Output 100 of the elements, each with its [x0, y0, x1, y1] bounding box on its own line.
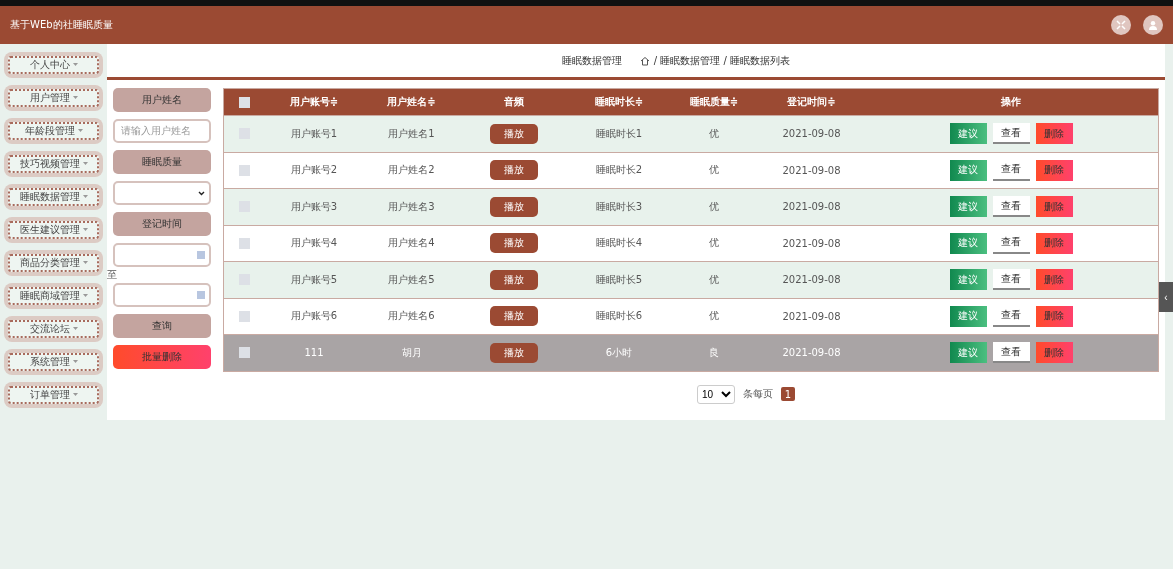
suggest-button[interactable]: 建议 — [949, 305, 987, 327]
table-cell-text: 睡眠时长5 — [594, 272, 644, 287]
table-row[interactable]: 用户账号1 用户姓名1 播放 睡眠时长1 优 2021-09-08 建议 查看 删除 — [224, 115, 1158, 152]
column-header[interactable]: 用户账号≑ — [264, 95, 364, 109]
page-button[interactable]: 1 — [781, 387, 795, 401]
sidebar-item[interactable]: 技巧视频管理 — [4, 151, 103, 177]
menu-label: 技巧视频管理 — [19, 157, 80, 171]
table-cell-text: 用户账号1 — [289, 126, 339, 141]
sidebar-item[interactable]: 交流论坛 — [4, 316, 103, 342]
sidebar-item[interactable]: 订单管理 — [4, 382, 103, 408]
delete-button[interactable]: 删除 — [1035, 123, 1073, 145]
menu-label: 睡眠数据管理 — [19, 190, 80, 204]
play-button[interactable]: 播放 — [490, 269, 538, 290]
play-button[interactable]: 播放 — [490, 233, 538, 254]
table-cell-text: 优 — [708, 309, 720, 324]
table-cell-text: 用户姓名4 — [387, 236, 436, 251]
name-input-field[interactable]: 请输入用户姓名 — [113, 119, 211, 143]
delete-button[interactable]: 删除 — [1035, 269, 1073, 291]
column-header[interactable]: 用户姓名≑ — [364, 95, 459, 109]
chevron-icon — [198, 190, 205, 196]
play-button[interactable]: 播放 — [490, 196, 538, 217]
suggest-button[interactable]: 建议 — [949, 123, 987, 145]
suggest-button[interactable]: 建议 — [949, 159, 987, 181]
play-button[interactable]: 播放 — [490, 123, 538, 144]
table-cell-text: 优 — [708, 199, 720, 214]
table-cell-text: 2021-09-08 — [781, 274, 842, 286]
sidebar-item[interactable]: 用户管理 — [4, 85, 103, 111]
row-checkbox[interactable] — [238, 237, 250, 249]
menu-label: 医生建议管理 — [19, 223, 80, 237]
table-cell-text: 睡眠时长4 — [594, 236, 644, 251]
date-input-field[interactable] — [113, 283, 211, 307]
view-button[interactable]: 查看 — [992, 342, 1030, 364]
table-cell-text: 2021-09-08 — [781, 237, 842, 249]
delete-button[interactable]: 删除 — [1035, 342, 1073, 364]
table-cell-text: 用户姓名5 — [387, 272, 436, 287]
caret-icon — [72, 96, 78, 100]
search-button[interactable]: 查询 — [113, 314, 211, 338]
sidebar-item[interactable]: 系统管理 — [4, 349, 103, 375]
view-button[interactable]: 查看 — [992, 123, 1030, 145]
table-cell-text: 优 — [708, 236, 720, 251]
play-button[interactable]: 播放 — [490, 342, 538, 363]
column-header[interactable]: 睡眠质量≑ — [669, 95, 759, 109]
table-row[interactable]: 用户账号5 用户姓名5 播放 睡眠时长5 优 2021-09-08 建议 查看 删除 — [224, 261, 1158, 298]
site-title: 基于WEb的社睡眠质量 — [10, 18, 113, 32]
table-cell-text: 用户账号5 — [289, 272, 339, 287]
delete-button[interactable]: 删除 — [1035, 232, 1073, 254]
play-button[interactable]: 播放 — [490, 306, 538, 327]
home-icon[interactable] — [639, 55, 650, 66]
menu-label: 年龄段管理 — [24, 124, 75, 138]
column-header: 音频 — [503, 95, 525, 109]
menu-label: 睡眠商域管理 — [19, 289, 80, 303]
row-checkbox[interactable] — [238, 310, 250, 322]
suggest-button[interactable]: 建议 — [949, 232, 987, 254]
sidebar-item[interactable]: 睡眠数据管理 — [4, 184, 103, 210]
sidebar-item[interactable]: 商品分类管理 — [4, 250, 103, 276]
select-all-checkbox[interactable] — [238, 96, 250, 108]
caret-icon — [72, 63, 78, 67]
table-cell-text: 用户账号3 — [289, 199, 339, 214]
caret-icon — [82, 195, 88, 199]
row-checkbox[interactable] — [238, 347, 250, 359]
table-cell-text: 良 — [708, 345, 720, 360]
suggest-button[interactable]: 建议 — [949, 196, 987, 218]
delete-button[interactable]: 删除 — [1035, 196, 1073, 218]
caret-icon — [72, 360, 78, 364]
page-size-select[interactable]: 10 — [697, 384, 735, 404]
table-cell-text: 优 — [708, 163, 720, 178]
date-input-field[interactable] — [113, 243, 211, 267]
user-avatar-icon[interactable] — [1143, 15, 1163, 35]
row-checkbox[interactable] — [238, 164, 250, 176]
caret-icon — [72, 327, 78, 331]
delete-button[interactable]: 删除 — [1035, 159, 1073, 181]
suggest-button[interactable]: 建议 — [949, 269, 987, 291]
batch-delete-button[interactable]: 批量删除 — [113, 345, 211, 369]
sidebar-item[interactable]: 个人中心 — [4, 52, 103, 78]
column-header[interactable]: 登记时间≑ — [759, 95, 864, 109]
sidebar-item[interactable]: 医生建议管理 — [4, 217, 103, 243]
sidebar-item[interactable]: 年龄段管理 — [4, 118, 103, 144]
suggest-button[interactable]: 建议 — [949, 342, 987, 364]
table-cell-text: 优 — [708, 126, 720, 141]
view-button[interactable]: 查看 — [992, 196, 1030, 218]
table-cell-text: 2021-09-08 — [781, 347, 842, 359]
caret-icon — [82, 162, 88, 166]
column-header[interactable]: 睡眠时长≑ — [569, 95, 669, 109]
sidebar-item[interactable]: 睡眠商域管理 — [4, 283, 103, 309]
table-cell-text: 优 — [708, 272, 720, 287]
view-button[interactable]: 查看 — [992, 269, 1030, 291]
per-page-label: 条每页 — [743, 387, 773, 401]
side-toggle[interactable]: ‹ — [1159, 282, 1173, 312]
table-cell-text: 睡眠时长2 — [594, 163, 644, 178]
play-button[interactable]: 播放 — [490, 160, 538, 181]
filter-label: 用户姓名 — [113, 88, 211, 112]
table-cell-text: 胡月 — [400, 345, 423, 360]
delete-button[interactable]: 删除 — [1035, 305, 1073, 327]
quality-select[interactable] — [113, 181, 211, 205]
menu-label: 用户管理 — [29, 91, 70, 105]
column-header: 操作 — [1000, 95, 1022, 109]
table-row[interactable]: 111 胡月 播放 6小时 良 2021-09-08 建议 查看 删除 — [224, 334, 1158, 371]
fullscreen-icon[interactable] — [1111, 15, 1131, 35]
table-row[interactable]: 用户账号3 用户姓名3 播放 睡眠时长3 优 2021-09-08 建议 查看 删除 — [224, 188, 1158, 225]
caret-icon — [82, 294, 88, 298]
